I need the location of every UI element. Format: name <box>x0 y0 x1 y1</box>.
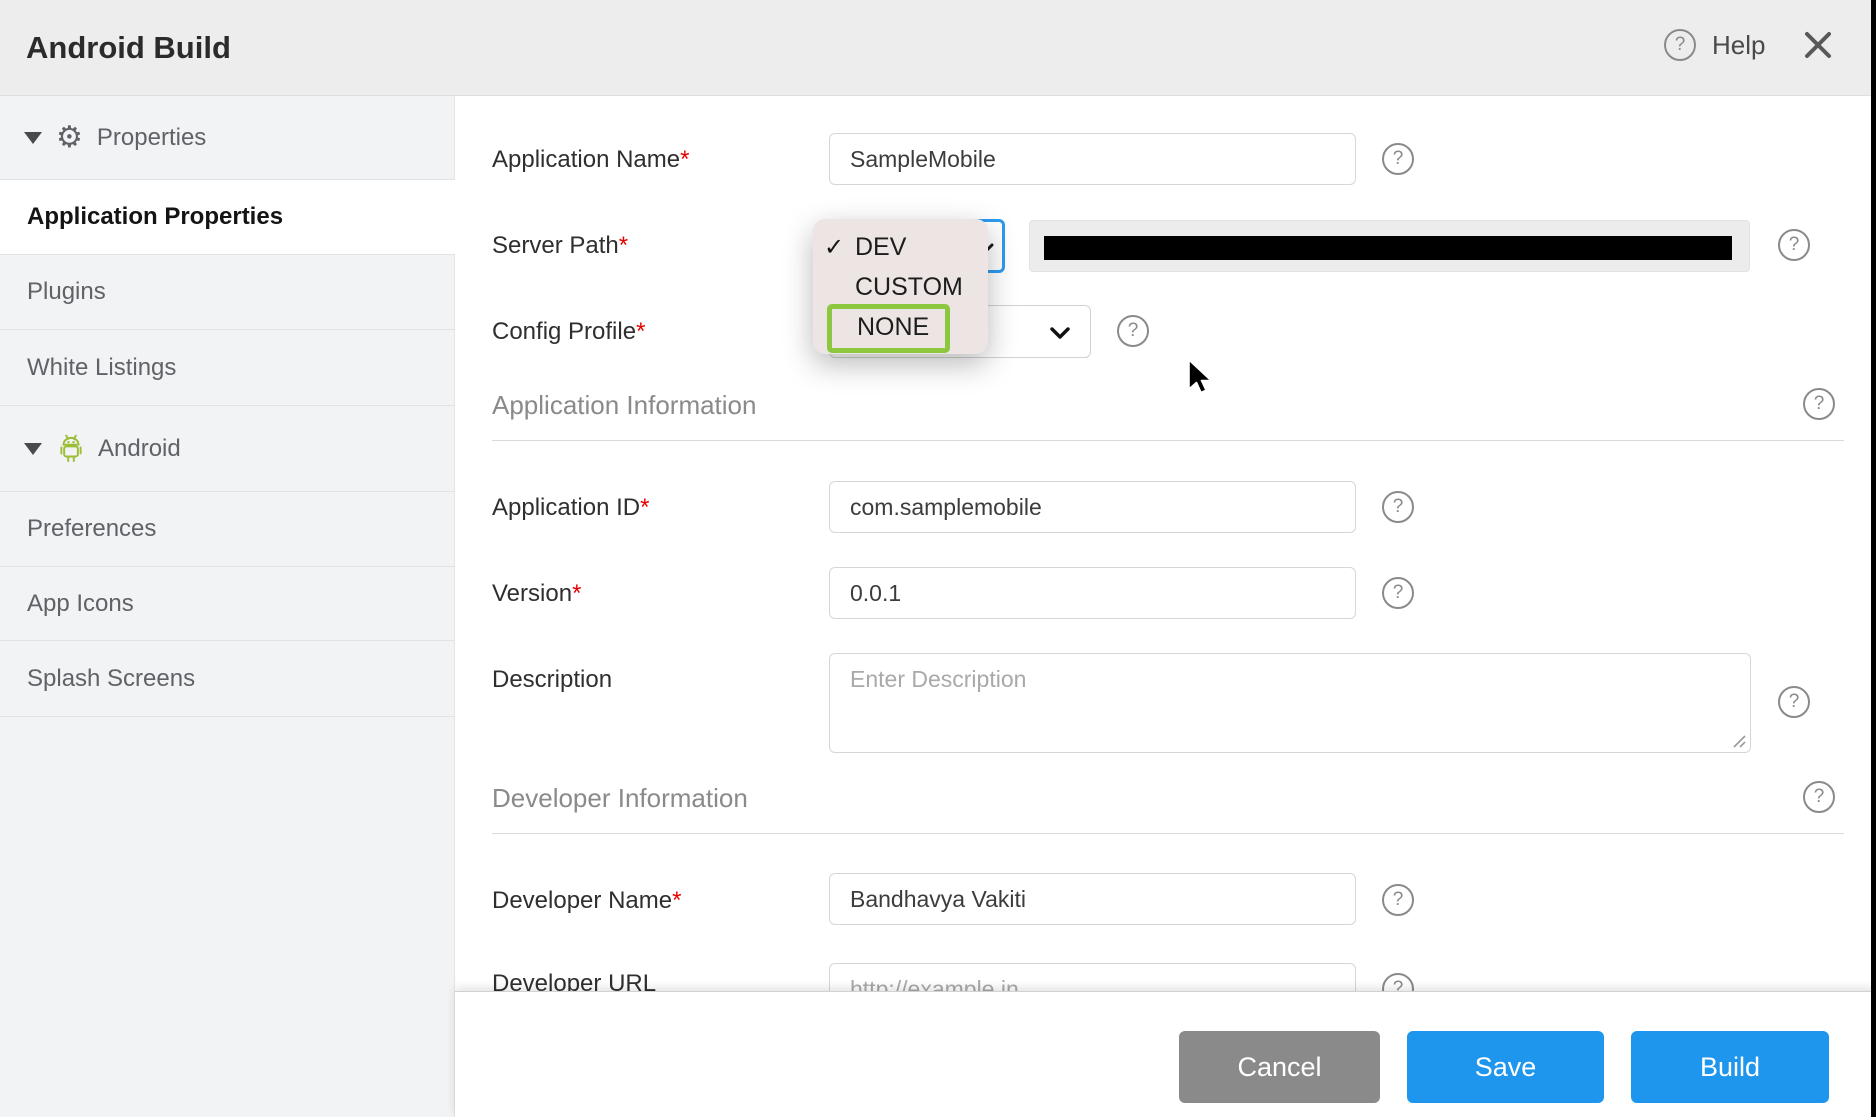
required-asterisk: * <box>572 580 581 607</box>
version-input[interactable] <box>829 567 1356 619</box>
close-icon[interactable] <box>1800 27 1836 63</box>
developer-name-input[interactable] <box>829 873 1356 925</box>
chevron-down-icon <box>1050 327 1070 339</box>
application-name-help-icon[interactable]: ? <box>1382 143 1414 175</box>
resize-handle-icon[interactable] <box>1730 732 1746 748</box>
screen-edge-strip <box>1871 0 1876 1117</box>
required-asterisk: * <box>619 232 628 259</box>
form-area: Application Name* ? Server Path* ? Confi… <box>0 0 1876 1117</box>
android-build-dialog: Android Build ? Help ⚙ Properties Applic… <box>0 0 1876 1117</box>
option-label: CUSTOM <box>855 273 963 302</box>
close-x-glyph <box>1800 27 1836 63</box>
description-textarea[interactable] <box>829 653 1751 753</box>
mouse-cursor <box>1185 358 1213 398</box>
required-asterisk: * <box>636 318 645 345</box>
required-asterisk: * <box>680 146 689 173</box>
config-profile-label: Config Profile* <box>492 318 645 346</box>
section-divider <box>492 440 1844 441</box>
server-path-value-box <box>1029 220 1750 272</box>
developer-information-help-icon[interactable]: ? <box>1803 781 1835 813</box>
config-profile-help-icon[interactable]: ? <box>1117 315 1149 347</box>
application-id-input[interactable] <box>829 481 1356 533</box>
cancel-button[interactable]: Cancel <box>1179 1031 1380 1103</box>
description-help-icon[interactable]: ? <box>1778 686 1810 718</box>
version-label: Version* <box>492 580 581 608</box>
dropdown-option-custom[interactable]: CUSTOM <box>813 267 988 307</box>
build-button[interactable]: Build <box>1631 1031 1829 1103</box>
version-help-icon[interactable]: ? <box>1382 577 1414 609</box>
developer-name-help-icon[interactable]: ? <box>1382 884 1414 916</box>
application-id-label: Application ID* <box>492 494 649 522</box>
dialog-footer: Cancel Save Build <box>455 991 1876 1117</box>
section-divider <box>492 833 1844 834</box>
help-link[interactable]: Help <box>1712 0 1765 96</box>
application-name-label: Application Name* <box>492 146 689 174</box>
application-information-heading: Application Information <box>492 390 756 421</box>
save-button[interactable]: Save <box>1407 1031 1604 1103</box>
server-path-help-icon[interactable]: ? <box>1778 229 1810 261</box>
application-id-help-icon[interactable]: ? <box>1382 491 1414 523</box>
developer-information-heading: Developer Information <box>492 783 748 814</box>
developer-name-label: Developer Name* <box>492 887 681 915</box>
highlight-annotation-box <box>827 304 950 353</box>
server-path-label: Server Path* <box>492 232 628 260</box>
help-icon[interactable]: ? <box>1664 29 1696 61</box>
required-asterisk: * <box>640 494 649 521</box>
required-asterisk: * <box>672 887 681 914</box>
application-name-input[interactable] <box>829 133 1356 185</box>
redacted-server-path <box>1044 236 1732 260</box>
description-label: Description <box>492 666 612 694</box>
check-icon: ✓ <box>824 233 844 262</box>
question-glyph: ? <box>1675 34 1686 56</box>
dialog-title: Android Build <box>26 0 231 96</box>
dialog-header: Android Build ? Help <box>0 0 1876 96</box>
option-label: DEV <box>855 233 906 262</box>
application-information-help-icon[interactable]: ? <box>1803 388 1835 420</box>
dropdown-option-dev[interactable]: ✓ DEV <box>813 227 988 267</box>
